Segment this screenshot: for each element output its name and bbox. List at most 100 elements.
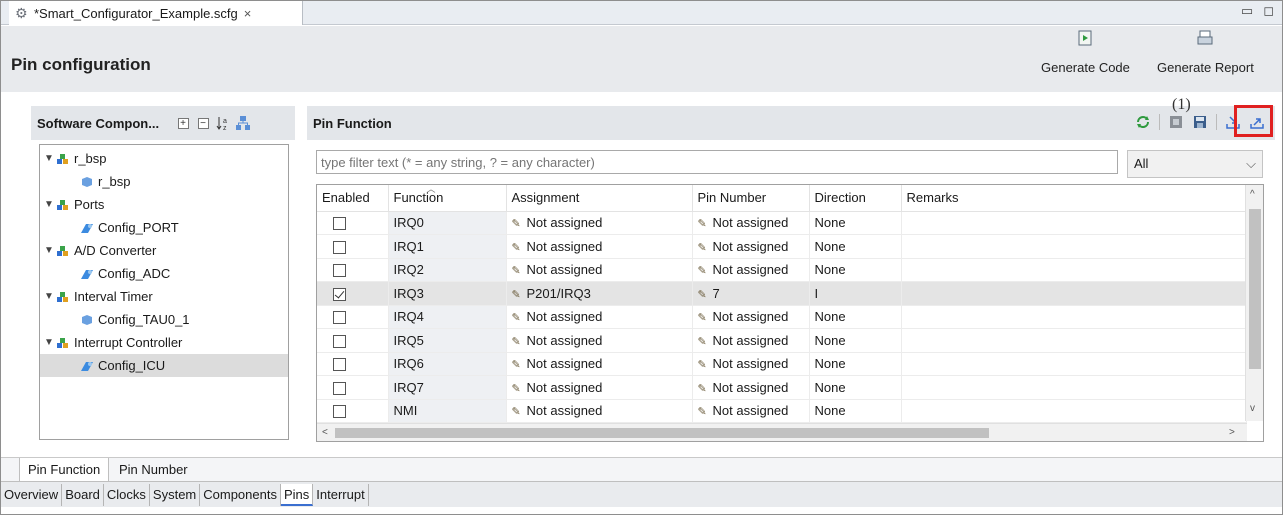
chevron-down-icon[interactable]: ▼ [44, 153, 54, 164]
pin-number-cell[interactable]: ✎ Not assigned [692, 258, 810, 282]
collapse-all-icon[interactable]: − [195, 115, 211, 131]
table-row[interactable]: IRQ3 ✎ P201/IRQ3 ✎ 7 I [317, 281, 1247, 306]
table-row[interactable]: IRQ6 ✎ Not assigned ✎ Not assigned None [317, 352, 1247, 376]
board-icon[interactable] [1168, 114, 1184, 130]
tab-system[interactable]: System [150, 484, 201, 506]
expand-all-icon[interactable]: + [175, 115, 191, 131]
remarks-cell[interactable] [901, 399, 1247, 423]
component-group-icon [57, 337, 68, 348]
enabled-checkbox[interactable] [333, 240, 346, 254]
tree-item-config-icu[interactable]: Config_ICU [40, 354, 288, 377]
enabled-checkbox[interactable] [333, 334, 346, 348]
tree-item-ports[interactable]: ▼ Ports [40, 193, 288, 216]
editor-tab[interactable]: ⚙ *Smart_Configurator_Example.scfg × [9, 1, 303, 25]
tab-overview[interactable]: Overview [1, 484, 63, 506]
scroll-down-icon[interactable]: v [1250, 403, 1255, 414]
tree-item-config-tau0-1[interactable]: Config_TAU0_1 [40, 308, 288, 331]
table-row[interactable]: IRQ7 ✎ Not assigned ✎ Not assigned None [317, 375, 1247, 400]
tab-clocks[interactable]: Clocks [104, 484, 150, 506]
tree-item-interrupt-controller[interactable]: ▼ Interrupt Controller [40, 331, 288, 354]
category-view-icon[interactable] [235, 115, 251, 131]
pin-number-cell[interactable]: ✎ Not assigned [692, 211, 810, 235]
chevron-down-icon[interactable]: ▼ [44, 291, 54, 302]
table-row[interactable]: IRQ1 ✎ Not assigned ✎ Not assigned None [317, 234, 1247, 259]
assignment-cell[interactable]: ✎ Not assigned [506, 399, 693, 423]
remarks-cell[interactable] [901, 211, 1247, 235]
vertical-scrollbar[interactable]: ^ v [1245, 185, 1263, 421]
pin-number-cell[interactable]: ✎ Not assigned [692, 399, 810, 423]
remarks-cell[interactable] [901, 328, 1247, 353]
assignment-cell[interactable]: ✎ Not assigned [506, 375, 693, 400]
pin-number-cell[interactable]: ✎ Not assigned [692, 328, 810, 353]
save-settings-icon[interactable] [1192, 114, 1208, 130]
tab-pin-number[interactable]: Pin Number [111, 458, 196, 482]
assignment-cell[interactable]: ✎ P201/IRQ3 [506, 281, 693, 306]
tree-item-config-port[interactable]: Config_PORT [40, 216, 288, 239]
horizontal-scroll-thumb[interactable] [335, 428, 989, 438]
chevron-down-icon[interactable]: ▼ [44, 199, 54, 210]
tab-interrupt[interactable]: Interrupt [313, 484, 369, 506]
pin-number-cell[interactable]: ✎ Not assigned [692, 352, 810, 376]
remarks-cell[interactable] [901, 258, 1247, 282]
assignment-cell[interactable]: ✎ Not assigned [506, 234, 693, 259]
enabled-checkbox[interactable] [333, 381, 346, 395]
table-row[interactable]: IRQ5 ✎ Not assigned ✎ Not assigned None [317, 328, 1247, 353]
table-row[interactable]: NMI ✎ Not assigned ✎ Not assigned None [317, 399, 1247, 423]
enabled-checkbox[interactable] [333, 264, 346, 278]
tree-item-config-adc[interactable]: Config_ADC [40, 262, 288, 285]
pin-number-cell[interactable]: ✎ Not assigned [692, 234, 810, 259]
table-row[interactable]: IRQ4 ✎ Not assigned ✎ Not assigned None [317, 305, 1247, 329]
function-cell: IRQ2 [388, 258, 507, 282]
table-row[interactable]: IRQ0 ✎ Not assigned ✎ Not assigned None [317, 211, 1247, 235]
enabled-checkbox[interactable] [333, 217, 346, 231]
tab-pin-function[interactable]: Pin Function [19, 458, 110, 482]
tree-item-interval-timer[interactable]: ▼ Interval Timer [40, 285, 288, 308]
chevron-down-icon[interactable]: ▼ [44, 337, 54, 348]
tab-pins[interactable]: Pins [280, 484, 314, 506]
pin-number-cell[interactable]: ✎ Not assigned [692, 375, 810, 400]
close-icon[interactable]: × [244, 6, 252, 21]
tree-item-r-bsp-child[interactable]: r_bsp [40, 170, 288, 193]
column-header-direction[interactable]: Direction [809, 185, 902, 212]
remarks-cell[interactable] [901, 281, 1247, 306]
sort-icon[interactable]: az [215, 115, 231, 131]
remarks-cell[interactable] [901, 305, 1247, 329]
tab-components[interactable]: Components [200, 484, 281, 506]
column-header-enabled[interactable]: Enabled [317, 185, 389, 212]
scroll-up-icon[interactable]: ^ [1250, 189, 1255, 200]
scroll-right-icon[interactable]: > [1229, 427, 1235, 438]
assignment-cell[interactable]: ✎ Not assigned [506, 305, 693, 329]
assignment-cell[interactable]: ✎ Not assigned [506, 258, 693, 282]
table-row[interactable]: IRQ2 ✎ Not assigned ✎ Not assigned None [317, 258, 1247, 282]
assignment-cell[interactable]: ✎ Not assigned [506, 352, 693, 376]
assignment-cell[interactable]: ✎ Not assigned [506, 328, 693, 353]
tab-board[interactable]: Board [62, 484, 104, 506]
column-header-assignment[interactable]: Assignment [506, 185, 693, 212]
remarks-cell[interactable] [901, 352, 1247, 376]
enabled-checkbox[interactable] [333, 311, 346, 325]
chevron-down-icon[interactable]: ▼ [44, 245, 54, 256]
generate-report-button[interactable]: Generate Report [1157, 30, 1254, 75]
enabled-checkbox[interactable] [333, 287, 346, 301]
pin-function-filter-input[interactable] [316, 150, 1118, 174]
remarks-cell[interactable] [901, 375, 1247, 400]
vertical-scroll-thumb[interactable] [1249, 209, 1261, 369]
pin-number-cell[interactable]: ✎ Not assigned [692, 305, 810, 329]
enabled-checkbox[interactable] [333, 358, 346, 372]
horizontal-scrollbar[interactable]: < > [317, 423, 1247, 441]
assignment-cell[interactable]: ✎ Not assigned [506, 211, 693, 235]
minimize-icon[interactable]: ▭ [1241, 3, 1253, 19]
tree-item-ad-converter[interactable]: ▼ A/D Converter [40, 239, 288, 262]
generate-code-button[interactable]: Generate Code [1041, 30, 1130, 75]
column-header-function[interactable]: ︿ Function [388, 185, 507, 212]
enabled-checkbox[interactable] [333, 405, 346, 419]
tree-item-r-bsp[interactable]: ▼ r_bsp [40, 147, 288, 170]
pin-function-filter-select[interactable]: All ⌵ [1127, 150, 1263, 178]
remarks-cell[interactable] [901, 234, 1247, 259]
refresh-icon[interactable] [1135, 114, 1151, 130]
column-header-remarks[interactable]: Remarks [901, 185, 1247, 212]
maximize-icon[interactable]: ◻ [1263, 3, 1274, 19]
pin-number-cell[interactable]: ✎ 7 [692, 281, 810, 306]
column-header-pin-number[interactable]: Pin Number [692, 185, 810, 212]
scroll-left-icon[interactable]: < [322, 427, 328, 438]
